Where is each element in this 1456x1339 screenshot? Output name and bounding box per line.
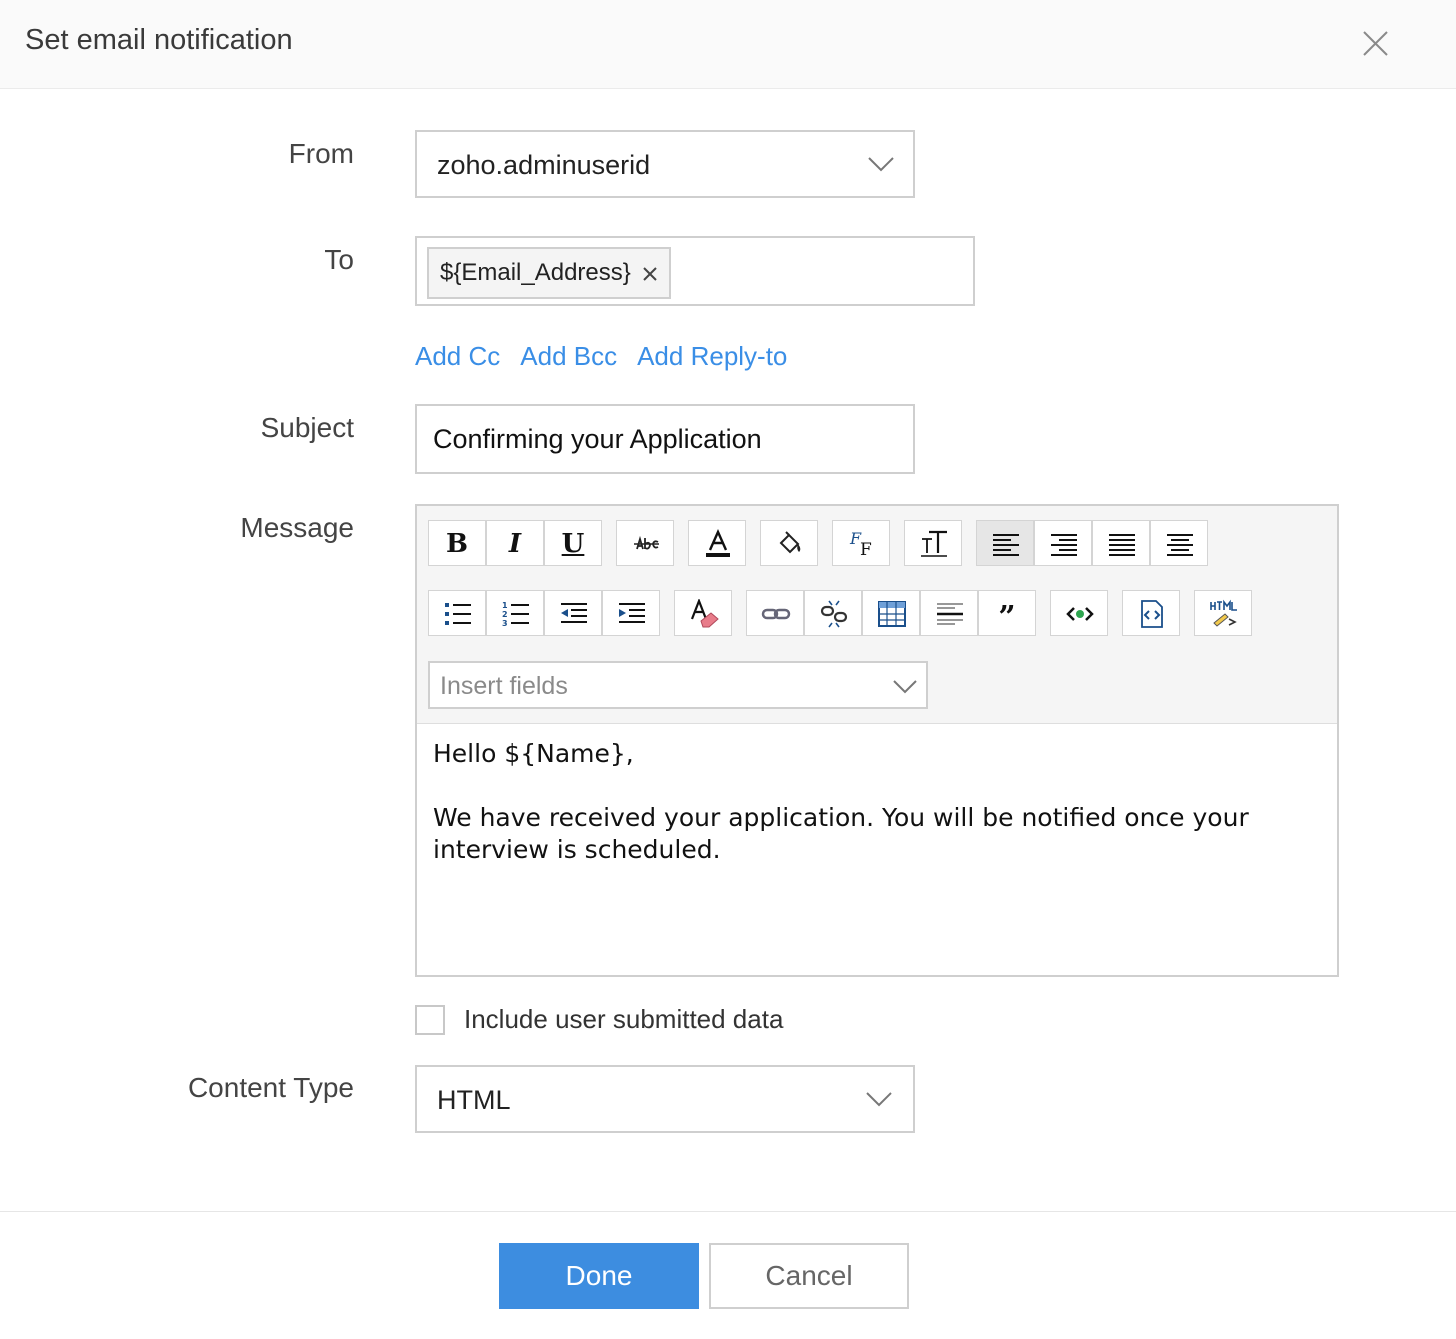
insert-html-snippet-icon <box>1141 600 1163 628</box>
font-family-icon: F F <box>849 529 872 559</box>
include-data-label: Include user submitted data <box>464 1004 784 1034</box>
to-label: To <box>324 244 354 275</box>
italic-icon: I <box>508 529 522 559</box>
horizontal-rule-icon <box>937 603 963 625</box>
from-label: From <box>288 138 354 169</box>
message-line: We have received your application. You w… <box>433 803 1249 864</box>
add-bcc-link[interactable]: Add Bcc <box>520 341 617 371</box>
content-type-value: HTML <box>437 1085 511 1115</box>
align-left-button[interactable] <box>976 520 1034 566</box>
svg-text:1: 1 <box>502 601 508 610</box>
numbered-list-button[interactable]: 123 <box>486 590 544 636</box>
insert-fields-select[interactable]: Insert fields <box>428 661 928 709</box>
content-type-label: Content Type <box>187 1072 354 1103</box>
close-icon[interactable] <box>1356 26 1394 62</box>
bullet-list-button[interactable] <box>428 590 486 636</box>
font-color-button[interactable] <box>688 520 746 566</box>
include-data-checkbox[interactable] <box>415 1005 445 1035</box>
font-family-button[interactable]: F F <box>832 520 890 566</box>
numbered-list-icon: 123 <box>502 601 529 628</box>
remove-link-button[interactable] <box>804 590 862 636</box>
italic-button[interactable]: I <box>486 520 544 566</box>
underline-icon: U <box>561 529 585 559</box>
outdent-button[interactable] <box>544 590 602 636</box>
dialog-header: Set email notification <box>0 0 1456 89</box>
source-code-icon <box>1066 607 1094 621</box>
bold-button[interactable]: B <box>428 520 486 566</box>
source-code-button[interactable] <box>1050 590 1108 636</box>
outdent-icon <box>561 603 587 623</box>
justify-button[interactable] <box>1092 520 1150 566</box>
align-center-icon <box>1167 534 1193 556</box>
strikethrough-button[interactable] <box>616 520 674 566</box>
font-color-icon <box>706 529 730 557</box>
background-color-icon <box>779 531 801 554</box>
add-cc-link[interactable]: Add Cc <box>415 341 500 371</box>
align-right-icon <box>1051 534 1077 556</box>
underline-button[interactable]: U <box>544 520 602 566</box>
font-size-icon <box>921 530 947 557</box>
subject-input[interactable] <box>415 404 915 474</box>
bold-icon: B <box>446 529 468 559</box>
from-select[interactable]: zoho.adminuserid <box>415 130 915 198</box>
message-editor: B I U F F 1 2 3 ” Insert fields Hello ${… <box>415 504 1339 977</box>
insert-link-icon <box>761 608 791 620</box>
insert-link-button[interactable] <box>746 590 804 636</box>
recipient-options: Add Cc Add Bcc Add Reply-to <box>415 341 807 372</box>
svg-text:2: 2 <box>502 610 508 619</box>
align-center-button[interactable] <box>1150 520 1208 566</box>
message-label: Message <box>240 512 354 543</box>
align-right-button[interactable] <box>1034 520 1092 566</box>
align-left-icon <box>993 534 1019 556</box>
to-field[interactable]: ${Email_Address} <box>415 236 975 306</box>
remove-link-icon <box>820 600 848 628</box>
background-color-button[interactable] <box>760 520 818 566</box>
recipient-chip: ${Email_Address} <box>427 247 671 299</box>
chevron-down-icon <box>866 1092 892 1107</box>
strikethrough-icon <box>634 535 659 550</box>
recipient-chip-label: ${Email_Address} <box>440 259 631 286</box>
insert-fields-placeholder: Insert fields <box>440 672 568 700</box>
done-button[interactable]: Done <box>499 1243 699 1309</box>
dialog-title: Set email notification <box>25 24 293 56</box>
html-mode-icon <box>1210 599 1237 627</box>
chevron-down-icon <box>893 680 917 694</box>
insert-table-button[interactable] <box>862 590 920 636</box>
justify-icon <box>1109 534 1135 556</box>
indent-button[interactable] <box>602 590 660 636</box>
svg-text:F: F <box>860 540 872 559</box>
font-size-button[interactable] <box>904 520 962 566</box>
indent-icon <box>619 603 645 623</box>
subject-label: Subject <box>260 412 354 443</box>
content-type-select[interactable]: HTML <box>415 1065 915 1133</box>
remove-recipient-icon[interactable] <box>641 265 659 283</box>
horizontal-rule-button[interactable] <box>920 590 978 636</box>
clear-format-icon <box>690 599 719 628</box>
insert-table-icon <box>878 601 906 627</box>
message-body[interactable]: Hello ${Name}, We have received your app… <box>433 738 1323 866</box>
bullet-list-icon <box>445 603 471 625</box>
message-line: Hello ${Name}, <box>433 739 634 768</box>
editor-toolbar: B I U F F 1 2 3 ” Insert fields <box>417 506 1337 724</box>
blockquote-button[interactable]: ” <box>978 590 1036 636</box>
chevron-down-icon <box>868 157 894 172</box>
from-value: zoho.adminuserid <box>437 150 651 180</box>
svg-text:3: 3 <box>502 619 508 628</box>
add-reply-to-link[interactable]: Add Reply-to <box>637 341 787 371</box>
clear-format-button[interactable] <box>674 590 732 636</box>
insert-html-snippet-button[interactable] <box>1122 590 1180 636</box>
cancel-button[interactable]: Cancel <box>709 1243 909 1309</box>
html-mode-button[interactable] <box>1194 590 1252 636</box>
blockquote-icon: ” <box>998 600 1016 635</box>
